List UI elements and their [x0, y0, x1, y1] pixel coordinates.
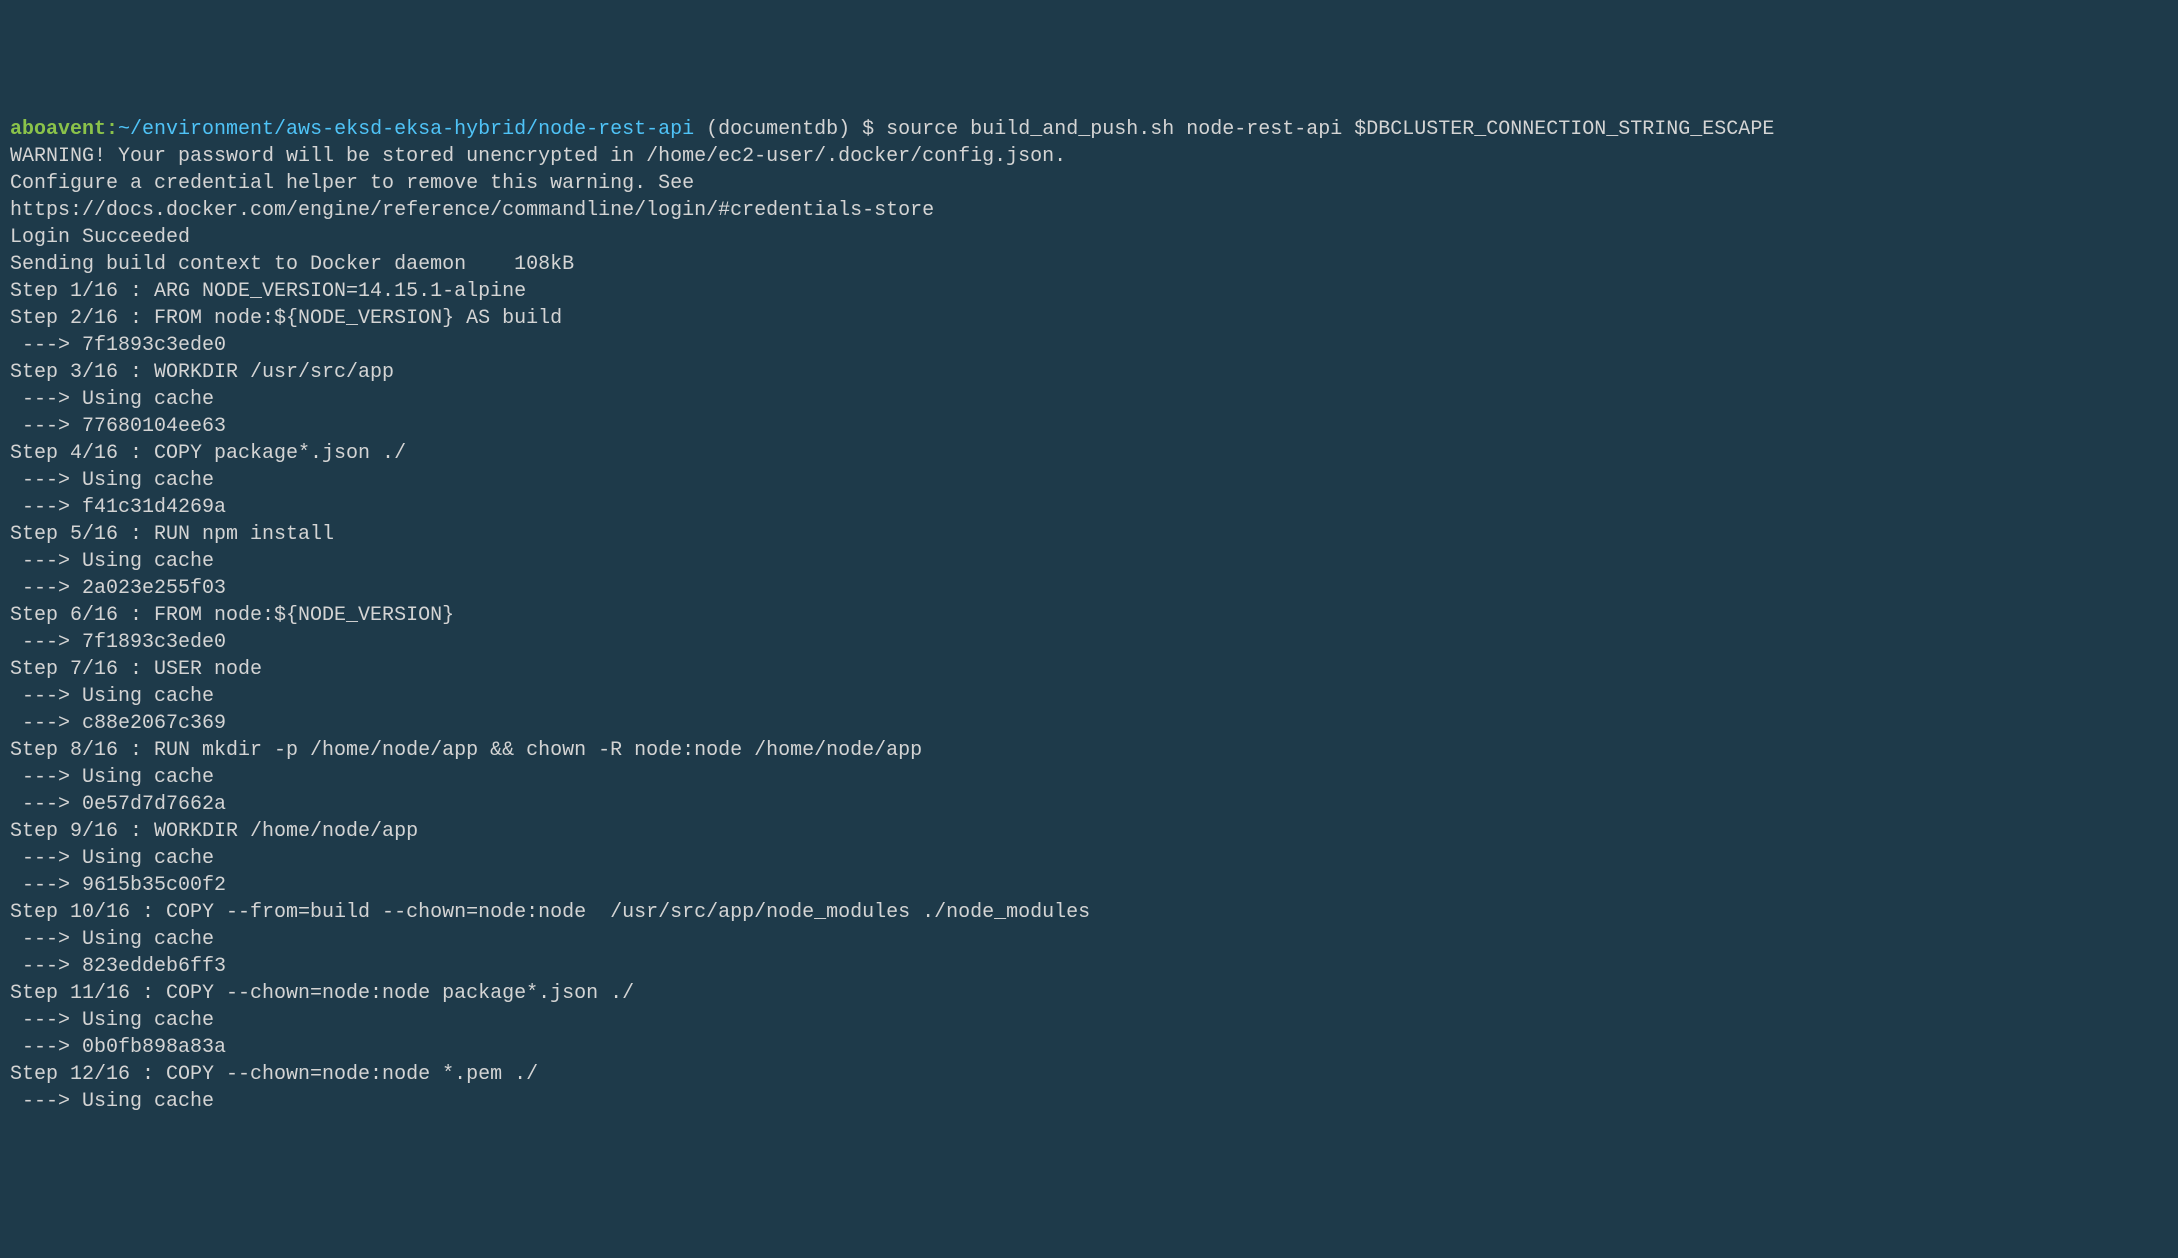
output-line: Step 9/16 : WORKDIR /home/node/app: [10, 818, 2168, 845]
output-line: ---> Using cache: [10, 1088, 2168, 1115]
output-line: ---> 9615b35c00f2: [10, 872, 2168, 899]
output-line: Step 3/16 : WORKDIR /usr/src/app: [10, 359, 2168, 386]
output-line: ---> 823eddeb6ff3: [10, 953, 2168, 980]
prompt-line: aboavent:~/environment/aws-eksd-eksa-hyb…: [10, 116, 2168, 143]
output-line: ---> Using cache: [10, 467, 2168, 494]
output-line: Login Succeeded: [10, 224, 2168, 251]
output-line: Step 11/16 : COPY --chown=node:node pack…: [10, 980, 2168, 1007]
output-line: Step 8/16 : RUN mkdir -p /home/node/app …: [10, 737, 2168, 764]
output-line: Step 10/16 : COPY --from=build --chown=n…: [10, 899, 2168, 926]
output-line: ---> Using cache: [10, 548, 2168, 575]
output-line: Step 1/16 : ARG NODE_VERSION=14.15.1-alp…: [10, 278, 2168, 305]
output-line: Step 12/16 : COPY --chown=node:node *.pe…: [10, 1061, 2168, 1088]
output-line: ---> Using cache: [10, 1007, 2168, 1034]
output-line: ---> Using cache: [10, 764, 2168, 791]
output-line: WARNING! Your password will be stored un…: [10, 143, 2168, 170]
output-line: ---> 0b0fb898a83a: [10, 1034, 2168, 1061]
output-line: ---> Using cache: [10, 845, 2168, 872]
prompt-path: ~/environment/aws-eksd-eksa-hybrid/node-…: [118, 118, 694, 141]
output-line: ---> 2a023e255f03: [10, 575, 2168, 602]
output-line: https://docs.docker.com/engine/reference…: [10, 197, 2168, 224]
prompt-symbol: $: [862, 118, 886, 141]
output-line: ---> 0e57d7d7662a: [10, 791, 2168, 818]
output-line: Sending build context to Docker daemon 1…: [10, 251, 2168, 278]
output-line: Step 4/16 : COPY package*.json ./: [10, 440, 2168, 467]
output-line: ---> 7f1893c3ede0: [10, 332, 2168, 359]
prompt-separator: :: [106, 118, 118, 141]
output-line: Step 7/16 : USER node: [10, 656, 2168, 683]
prompt-branch: (documentdb): [694, 118, 862, 141]
output-line: ---> Using cache: [10, 386, 2168, 413]
output-line: ---> Using cache: [10, 926, 2168, 953]
output-line: ---> f41c31d4269a: [10, 494, 2168, 521]
output-line: ---> 77680104ee63: [10, 413, 2168, 440]
output-line: ---> 7f1893c3ede0: [10, 629, 2168, 656]
output-line: Step 5/16 : RUN npm install: [10, 521, 2168, 548]
output-line: Configure a credential helper to remove …: [10, 170, 2168, 197]
output-line: ---> c88e2067c369: [10, 710, 2168, 737]
output-line: Step 2/16 : FROM node:${NODE_VERSION} AS…: [10, 305, 2168, 332]
output-line: ---> Using cache: [10, 683, 2168, 710]
output-line: Step 6/16 : FROM node:${NODE_VERSION}: [10, 602, 2168, 629]
terminal-output[interactable]: aboavent:~/environment/aws-eksd-eksa-hyb…: [10, 116, 2168, 1115]
prompt-command: source build_and_push.sh node-rest-api $…: [886, 118, 1774, 141]
prompt-user: aboavent: [10, 118, 106, 141]
